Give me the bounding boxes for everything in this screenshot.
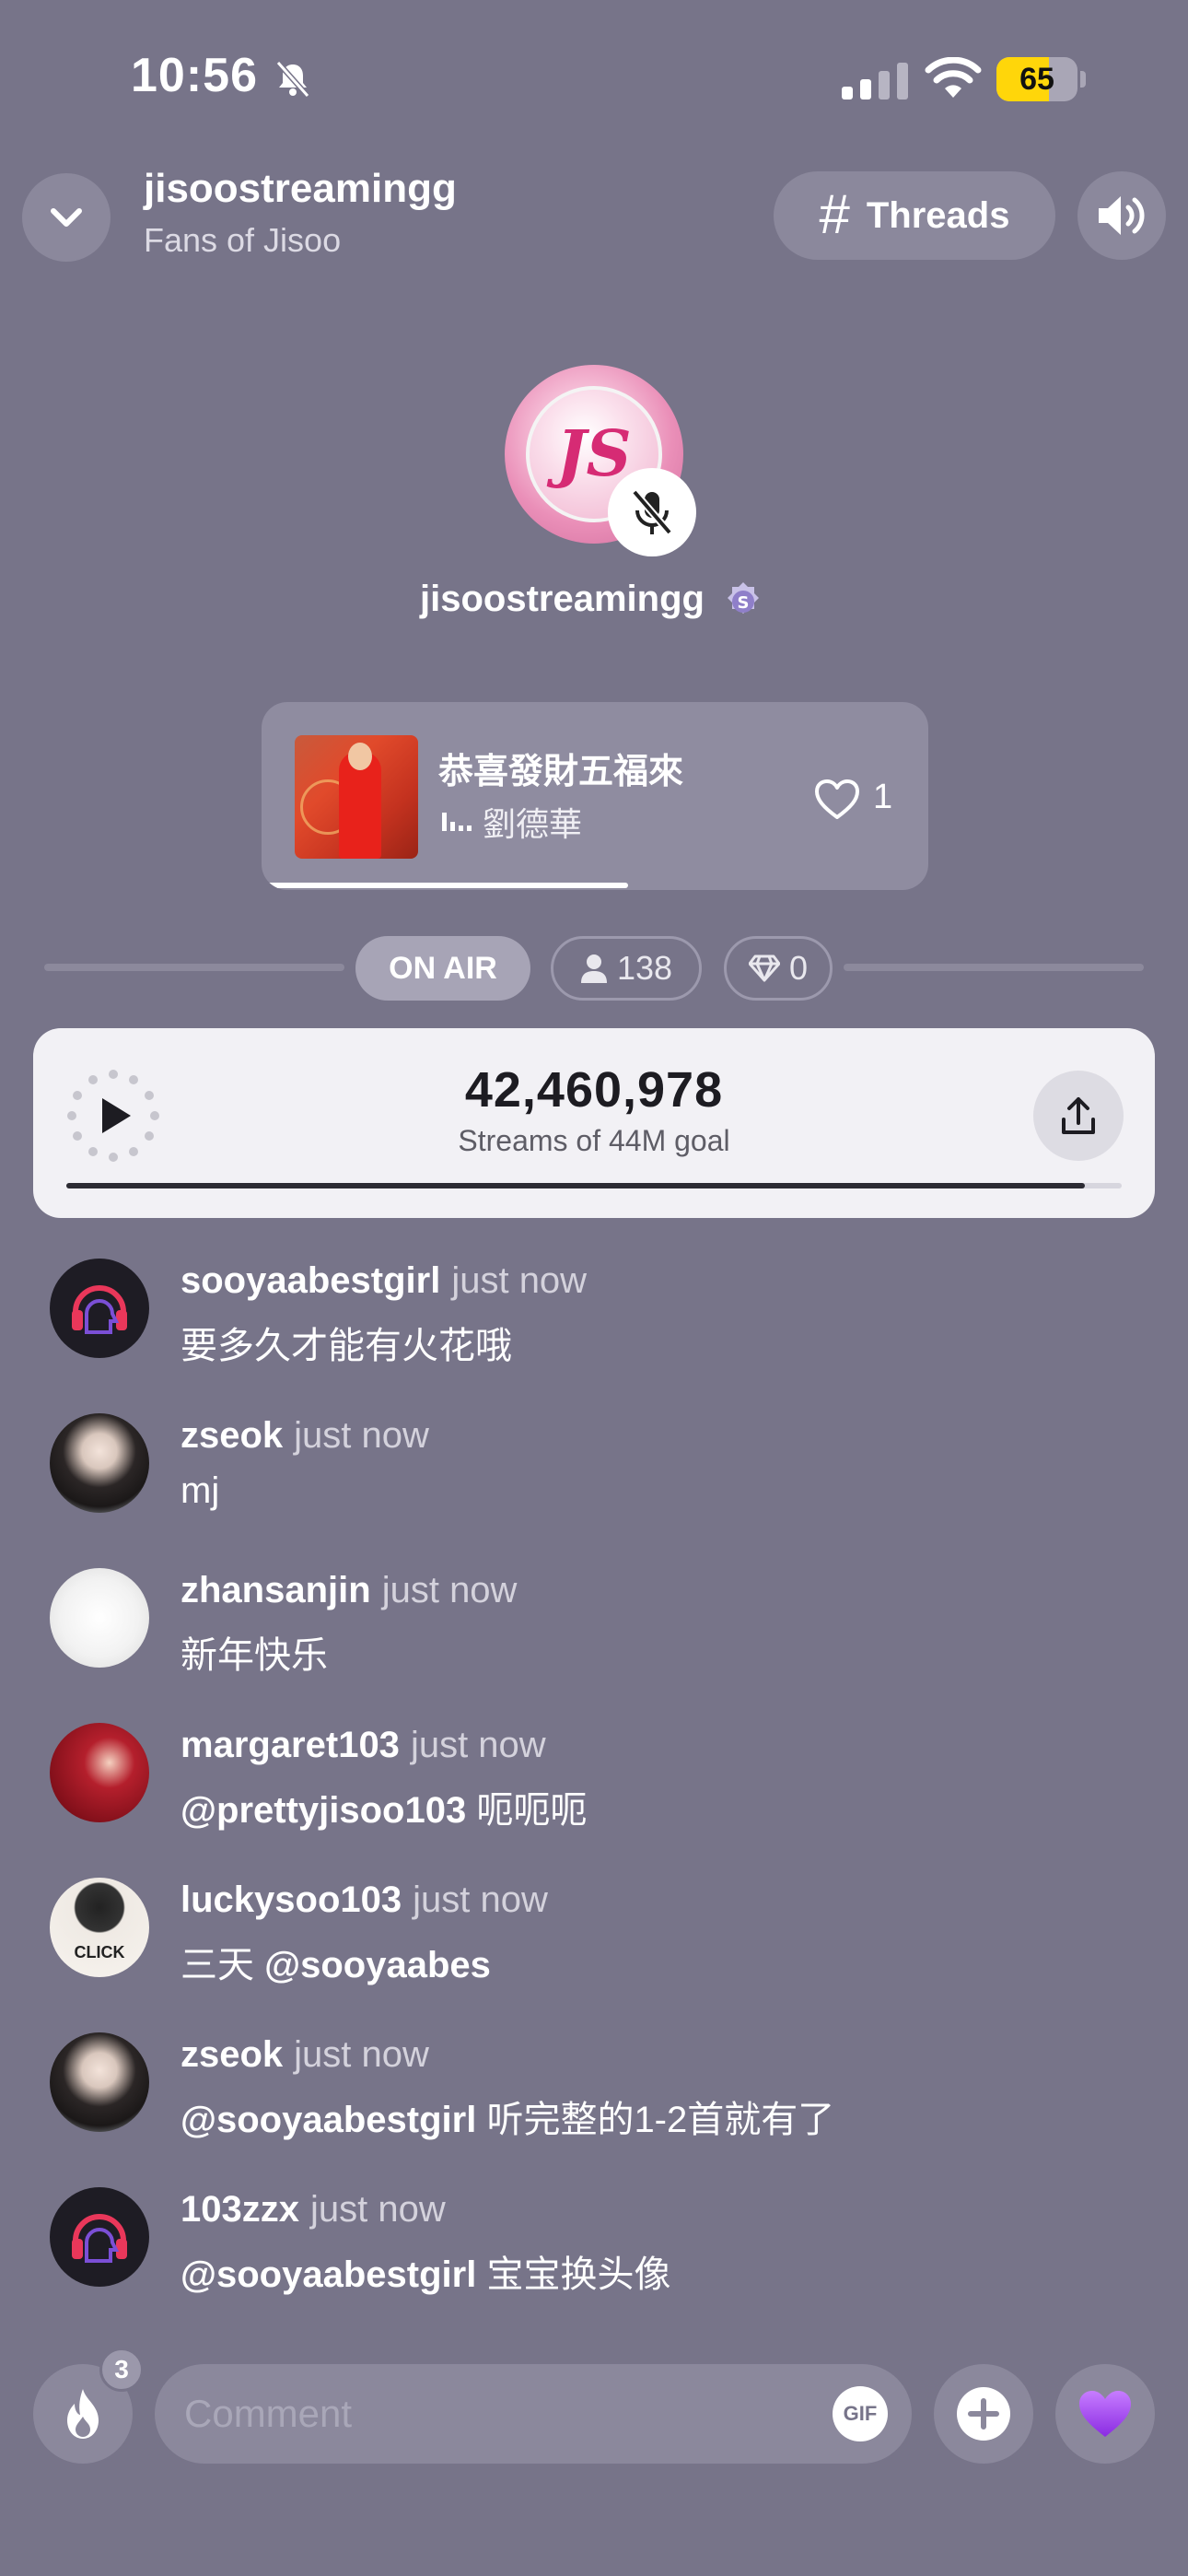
comment-composer: GIF <box>155 2364 912 2464</box>
chat-timestamp: just now <box>294 2034 429 2075</box>
chat-text: 宝宝换头像 <box>476 2254 671 2295</box>
plus-icon <box>957 2387 1010 2441</box>
chat-text: 要多久才能有火花哦 <box>181 1326 512 1366</box>
chat-mention[interactable]: @sooyaabes <box>264 1945 491 1985</box>
track-progress <box>262 883 629 888</box>
headphones-avatar-icon <box>72 2214 127 2263</box>
threads-button[interactable]: # Threads <box>774 171 1055 260</box>
comment-input[interactable] <box>184 2364 792 2464</box>
battery-percent: 65 <box>1019 62 1054 97</box>
avatar[interactable] <box>50 1723 149 1822</box>
add-button[interactable] <box>934 2364 1033 2464</box>
chat-message[interactable]: sooyaabestgirl just now 要多久才能有火花哦 <box>50 1259 1155 1378</box>
room-title: jisoostreamingg <box>144 166 457 211</box>
chat-username[interactable]: margaret103 <box>181 1725 400 1765</box>
goal-progress-fill <box>66 1183 1085 1188</box>
person-icon <box>580 954 607 983</box>
fire-icon <box>67 2389 99 2439</box>
chat-text: mj <box>181 1470 220 1511</box>
gif-button[interactable]: GIF <box>833 2386 888 2441</box>
on-air-badge: ON AIR <box>355 936 530 1001</box>
chat-username[interactable]: zhansanjin <box>181 1570 371 1610</box>
chat-timestamp: just now <box>381 1570 518 1610</box>
listeners-number: 138 <box>616 949 673 987</box>
host-name: jisoostreamingg <box>420 579 705 619</box>
equalizer-icon <box>442 813 472 831</box>
speaker-icon <box>1099 196 1145 235</box>
diamond-icon <box>748 954 780 982</box>
chat-mention[interactable]: @sooyaabestgirl <box>181 2254 476 2295</box>
chat-message[interactable]: CLICK luckysoo103 just now 三天 @sooyaabes <box>50 1878 1155 1997</box>
purple-heart-icon <box>1079 2391 1131 2437</box>
heart-outline-icon[interactable] <box>814 779 860 820</box>
chat-message[interactable]: zseok just now @sooyaabestgirl 听完整的1-2首就有… <box>50 2032 1155 2152</box>
listeners-count[interactable]: 138 <box>551 936 702 1001</box>
room-subtitle: Fans of Jisoo <box>144 221 342 259</box>
chat-username[interactable]: zseok <box>181 2034 283 2075</box>
track-artist: 劉德華 <box>483 805 583 843</box>
chat-text: 三天 <box>181 1945 265 1985</box>
share-button[interactable] <box>1033 1071 1124 1161</box>
chat-timestamp: just now <box>410 1725 546 1765</box>
avatar[interactable] <box>50 2032 149 2132</box>
stream-goal-caption: Streams of 44M goal <box>458 1124 730 1157</box>
headphones-avatar-icon <box>72 1285 127 1334</box>
stream-goal-card: 42,460,978 Streams of 44M goal <box>33 1028 1155 1218</box>
chat-mention[interactable]: @prettyjisoo103 <box>181 1790 466 1831</box>
chat-text: 听完整的1-2首就有了 <box>476 2100 835 2140</box>
chat-text: 呃呃呃 <box>466 1790 588 1831</box>
chat-message[interactable]: zhansanjin just now 新年快乐 <box>50 1568 1155 1688</box>
chat-username[interactable]: luckysoo103 <box>181 1879 402 1920</box>
chat-timestamp: just now <box>451 1260 588 1301</box>
now-playing-card[interactable]: 恭喜發財五福來 劉德華 1 <box>262 702 928 890</box>
chat-timestamp: just now <box>413 1879 548 1920</box>
chat-username[interactable]: sooyaabestgirl <box>181 1260 440 1301</box>
chat-message[interactable]: zseok just now mj <box>50 1413 1155 1533</box>
svg-text:S: S <box>738 593 750 613</box>
spark-count-badge: 3 <box>99 2348 144 2392</box>
verified-badge-icon: S <box>728 582 759 614</box>
chat-text: 新年快乐 <box>181 1635 328 1676</box>
chevron-down-icon <box>51 208 82 227</box>
battery-indicator: 65 <box>996 57 1086 101</box>
bell-slash-icon <box>275 61 310 98</box>
chat-message[interactable]: 103zzx just now @sooyaabestgirl 宝宝换头像 <box>50 2187 1155 2307</box>
react-button[interactable] <box>1055 2364 1155 2464</box>
avatar[interactable] <box>50 2187 149 2287</box>
sound-button[interactable] <box>1077 171 1166 260</box>
divider-right <box>844 964 1144 971</box>
like-count: 1 <box>873 778 893 816</box>
collapse-button[interactable] <box>22 173 111 262</box>
stream-count: 42,460,978 <box>464 1062 724 1118</box>
share-icon <box>1062 1097 1095 1134</box>
chat-username[interactable]: zseok <box>181 1415 283 1456</box>
avatar[interactable] <box>50 1413 149 1513</box>
wifi-icon <box>925 57 982 98</box>
hashtag-icon: # <box>819 182 850 245</box>
mic-off-icon <box>631 489 673 535</box>
chat-mention[interactable]: @sooyaabestgirl <box>181 2100 476 2140</box>
cellular-signal-icon <box>842 63 908 100</box>
gems-number: 0 <box>788 949 809 987</box>
gems-count[interactable]: 0 <box>724 936 833 1001</box>
threads-label: Threads <box>866 194 1010 236</box>
avatar[interactable] <box>50 1568 149 1668</box>
chat-timestamp: just now <box>294 1415 429 1456</box>
mic-muted-badge <box>608 468 696 556</box>
chat-message[interactable]: margaret103 just now @prettyjisoo103 呃呃呃 <box>50 1723 1155 1843</box>
avatar[interactable] <box>50 1259 149 1358</box>
track-title: 恭喜發財五福來 <box>438 753 684 791</box>
divider-left <box>44 964 344 971</box>
avatar[interactable]: CLICK <box>50 1878 149 1977</box>
chat-timestamp: just now <box>309 2189 446 2230</box>
status-time: 10:56 <box>131 49 258 102</box>
album-art <box>295 735 418 859</box>
chat-username[interactable]: 103zzx <box>181 2189 299 2230</box>
